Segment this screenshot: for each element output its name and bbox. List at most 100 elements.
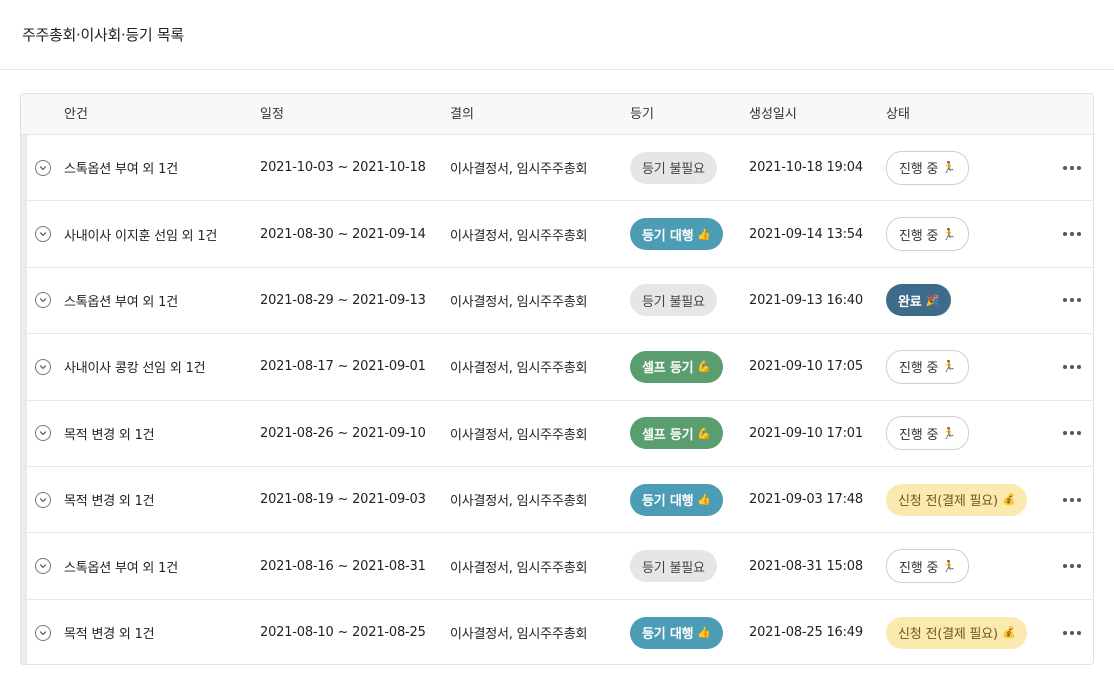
row-title[interactable]: 목적 변경 외 1건 — [64, 467, 155, 532]
page-header: 주주총회·이사회·등기 목록 — [0, 0, 1114, 70]
row-created: 2021-09-13 16:40 — [749, 292, 863, 308]
registration-label: 셀프 등기 — [642, 361, 694, 377]
column-header-title: 안건 — [64, 107, 88, 122]
column-header-created: 생성일시 — [749, 107, 797, 122]
expand-button[interactable] — [35, 425, 51, 442]
row-title[interactable]: 스톡옵션 부여 외 1건 — [64, 268, 178, 333]
column-header-status: 상태 — [886, 107, 910, 122]
registration-emoji-icon: 💪 — [697, 360, 711, 374]
row-period: 2021-08-26 ~ 2021-09-10 — [260, 425, 426, 441]
more-options-icon[interactable] — [1061, 492, 1083, 508]
row-period: 2021-08-17 ~ 2021-09-01 — [260, 359, 426, 375]
row-created: 2021-09-10 17:01 — [749, 425, 863, 441]
status-label: 진행 중 — [899, 228, 939, 244]
row-period: 2021-08-29 ~ 2021-09-13 — [260, 292, 426, 308]
page-title: 주주총회·이사회·등기 목록 — [22, 26, 184, 44]
table-row[interactable]: 사내이사 이지훈 선임 외 1건 2021-08-30 ~ 2021-09-14… — [21, 201, 1093, 268]
table-body: 스톡옵션 부여 외 1건 2021-10-03 ~ 2021-10-18 이사결… — [21, 135, 1093, 664]
registration-label: 등기 대행 — [642, 228, 694, 244]
row-title[interactable]: 스톡옵션 부여 외 1건 — [64, 135, 178, 200]
expand-button[interactable] — [35, 358, 51, 375]
chevron-down-icon — [39, 232, 47, 237]
expand-button[interactable] — [35, 558, 51, 575]
registration-label: 등기 불필요 — [642, 560, 705, 576]
row-resolution: 이사결정서, 임시주주총회 — [450, 294, 588, 310]
status-badge: 진행 중 🏃 — [886, 416, 969, 451]
table-row[interactable]: 스톡옵션 부여 외 1건 2021-10-03 ~ 2021-10-18 이사결… — [21, 135, 1093, 202]
status-badge: 진행 중 🏃 — [886, 549, 969, 584]
row-period: 2021-08-30 ~ 2021-09-14 — [260, 226, 426, 242]
registration-badge: 등기 불필요 — [630, 550, 717, 583]
status-emoji-icon: 🏃 — [942, 559, 956, 573]
row-title[interactable]: 목적 변경 외 1건 — [64, 600, 155, 664]
registration-label: 등기 불필요 — [642, 294, 705, 310]
meetings-table: 안건 일정 결의 등기 생성일시 상태 스톡옵션 부여 외 1건 2021-10… — [20, 93, 1094, 665]
chevron-down-icon — [39, 165, 47, 170]
registration-badge: 등기 대행 👍 — [630, 616, 723, 649]
more-options-icon[interactable] — [1061, 292, 1083, 308]
status-emoji-icon: 💰 — [1001, 626, 1016, 640]
row-title[interactable]: 사내이사 콩캉 선임 외 1건 — [64, 334, 206, 399]
status-badge: 신청 전(결제 필요) 💰 — [886, 483, 1028, 516]
row-created: 2021-09-14 13:54 — [749, 226, 863, 242]
chevron-down-icon — [39, 298, 47, 303]
more-options-icon[interactable] — [1061, 558, 1083, 574]
row-period: 2021-08-16 ~ 2021-08-31 — [260, 558, 426, 574]
registration-badge: 등기 대행 👍 — [630, 483, 723, 516]
chevron-down-icon — [39, 631, 47, 636]
row-period: 2021-10-03 ~ 2021-10-18 — [260, 160, 426, 176]
row-resolution: 이사결정서, 임시주주총회 — [450, 627, 588, 643]
more-options-icon[interactable] — [1061, 625, 1083, 641]
registration-label: 등기 불필요 — [642, 162, 705, 178]
registration-badge: 등기 대행 👍 — [630, 218, 723, 251]
expand-button[interactable] — [35, 226, 51, 243]
status-label: 완료 — [898, 294, 922, 310]
status-label: 진행 중 — [899, 560, 939, 576]
status-label: 진행 중 — [899, 361, 939, 377]
table-row[interactable]: 사내이사 콩캉 선임 외 1건 2021-08-17 ~ 2021-09-01 … — [21, 334, 1093, 401]
registration-badge: 등기 불필요 — [630, 284, 717, 317]
status-emoji-icon: 🏃 — [942, 426, 956, 440]
table-row[interactable]: 스톡옵션 부여 외 1건 2021-08-29 ~ 2021-09-13 이사결… — [21, 268, 1093, 335]
row-created: 2021-09-03 17:48 — [749, 492, 863, 508]
registration-emoji-icon: 👍 — [697, 227, 711, 241]
table-row[interactable]: 목적 변경 외 1건 2021-08-10 ~ 2021-08-25 이사결정서… — [21, 600, 1093, 664]
row-resolution: 이사결정서, 임시주주총회 — [450, 494, 588, 510]
more-options-icon[interactable] — [1061, 226, 1083, 242]
expand-button[interactable] — [35, 159, 51, 176]
status-badge: 진행 중 🏃 — [886, 217, 969, 252]
table-row[interactable]: 목적 변경 외 1건 2021-08-19 ~ 2021-09-03 이사결정서… — [21, 467, 1093, 534]
row-title[interactable]: 사내이사 이지훈 선임 외 1건 — [64, 201, 217, 266]
more-options-icon[interactable] — [1061, 425, 1083, 441]
registration-badge: 셀프 등기 💪 — [630, 350, 723, 383]
row-created: 2021-09-10 17:05 — [749, 359, 863, 375]
table-row[interactable]: 목적 변경 외 1건 2021-08-26 ~ 2021-09-10 이사결정서… — [21, 401, 1093, 467]
row-created: 2021-10-18 19:04 — [749, 160, 863, 176]
more-options-icon[interactable] — [1061, 160, 1083, 176]
table-header: 안건 일정 결의 등기 생성일시 상태 — [21, 94, 1093, 135]
table-row[interactable]: 스톡옵션 부여 외 1건 2021-08-16 ~ 2021-08-31 이사결… — [21, 533, 1093, 600]
column-header-resolution: 결의 — [450, 107, 474, 122]
registration-badge: 셀프 등기 💪 — [630, 417, 723, 450]
status-emoji-icon: 🎉 — [925, 293, 940, 307]
chevron-down-icon — [39, 564, 47, 569]
chevron-down-icon — [39, 497, 47, 502]
row-title[interactable]: 목적 변경 외 1건 — [64, 401, 155, 466]
chevron-down-icon — [39, 365, 47, 370]
row-resolution: 이사결정서, 임시주주총회 — [450, 361, 588, 377]
status-emoji-icon: 🏃 — [942, 227, 956, 241]
expand-button[interactable] — [35, 292, 51, 309]
row-resolution: 이사결정서, 임시주주총회 — [450, 162, 588, 178]
row-period: 2021-08-19 ~ 2021-09-03 — [260, 492, 426, 508]
more-options-icon[interactable] — [1061, 359, 1083, 375]
row-title[interactable]: 스톡옵션 부여 외 1건 — [64, 533, 178, 598]
column-header-registration: 등기 — [630, 107, 654, 122]
expand-button[interactable] — [35, 624, 51, 641]
status-label: 신청 전(결제 필요) — [898, 627, 998, 643]
registration-emoji-icon: 👍 — [697, 493, 711, 507]
registration-label: 등기 대행 — [642, 627, 694, 643]
status-badge: 진행 중 🏃 — [886, 349, 969, 384]
expand-button[interactable] — [35, 491, 51, 508]
column-header-period: 일정 — [260, 107, 284, 122]
row-created: 2021-08-25 16:49 — [749, 625, 863, 641]
